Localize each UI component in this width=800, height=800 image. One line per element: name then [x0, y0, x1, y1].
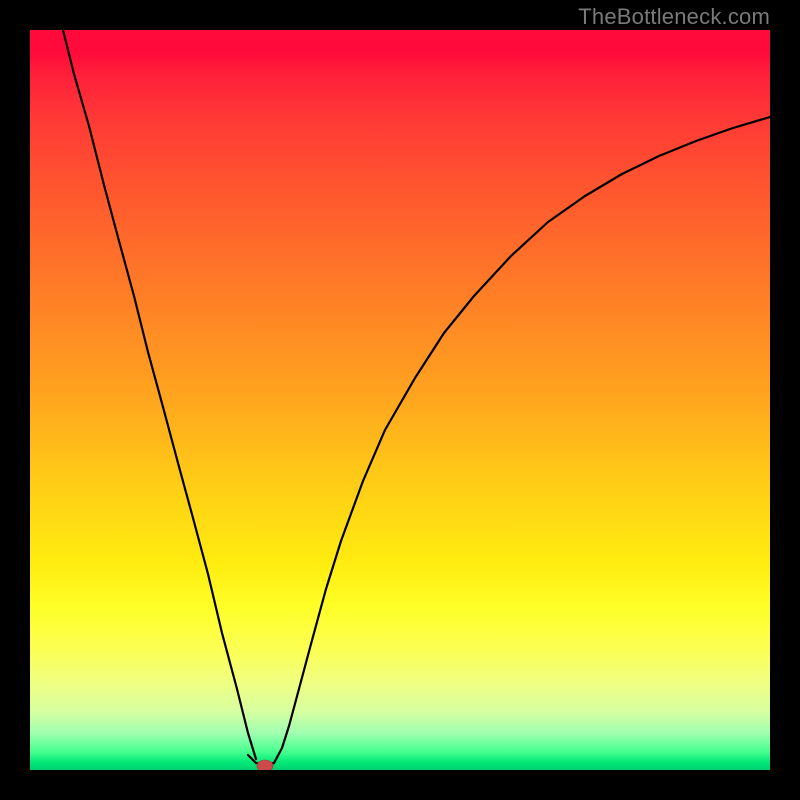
watermark-text: TheBottleneck.com: [578, 4, 770, 30]
chart-container: TheBottleneck.com: [0, 0, 800, 800]
curve-left-branch: [63, 30, 256, 759]
optimum-marker: [257, 760, 273, 770]
bottleneck-curve: [30, 30, 770, 770]
plot-area: [30, 30, 770, 770]
curve-right-branch: [274, 117, 770, 763]
